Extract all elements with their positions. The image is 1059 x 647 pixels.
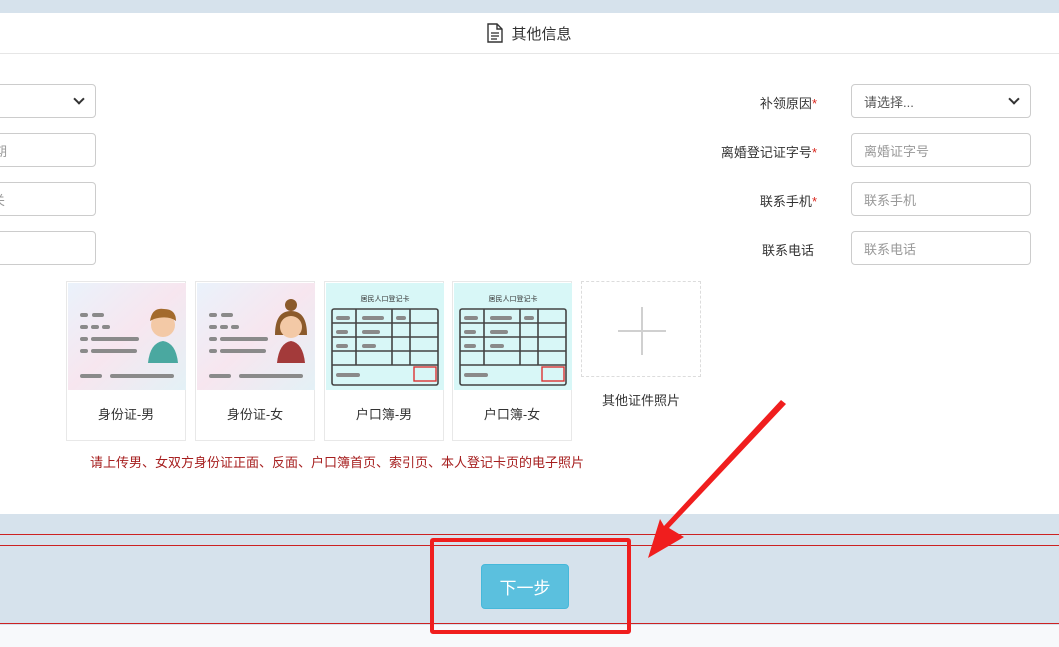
- upload-household-male[interactable]: 居民人口登记卡 户口簿-男: [324, 281, 444, 441]
- phone-label: 联系电话: [761, 243, 814, 258]
- reissue-reason-value: 请选择...: [864, 94, 914, 110]
- household-register-female-image: 居民人口登记卡: [454, 283, 572, 390]
- left-office-input[interactable]: 关: [0, 182, 96, 216]
- upload-hint: 请上传男、女双方身份证正面、反面、户口簿首页、索引页、本人登记卡页的电子照片: [90, 455, 585, 470]
- phone-input[interactable]: 联系电话: [851, 231, 1031, 265]
- left-office-placeholder: 关: [0, 190, 5, 209]
- reissue-reason-select[interactable]: 请选择...: [851, 84, 1031, 118]
- chevron-down-icon: [73, 93, 85, 105]
- upload-other-documents[interactable]: [581, 281, 701, 377]
- mobile-input[interactable]: 联系手机: [851, 182, 1031, 216]
- required-mark: *: [811, 145, 817, 160]
- id-card-female-image: [197, 283, 315, 390]
- divorce-cert-placeholder: 离婚证字号: [864, 143, 930, 159]
- phone-placeholder: 联系电话: [864, 241, 917, 257]
- mobile-label: 联系手机*: [657, 191, 817, 210]
- svg-text:居民人口登记卡: 居民人口登记卡: [489, 294, 538, 303]
- chevron-down-icon: [1008, 93, 1020, 105]
- upload-caption: 身份证-女: [226, 407, 284, 422]
- upload-caption: 身份证-男: [97, 407, 155, 422]
- mobile-text: 联系手机: [759, 194, 812, 209]
- mobile-placeholder: 联系手机: [864, 192, 917, 208]
- upload-caption: 其他证件照片: [601, 393, 680, 408]
- left-blank-input[interactable]: [0, 231, 96, 265]
- reissue-reason-label: 补领原因*: [657, 93, 817, 112]
- required-mark: *: [811, 96, 817, 111]
- annotation-highlight-box: [430, 538, 631, 634]
- left-date-input[interactable]: 期: [0, 133, 96, 167]
- required-mark: *: [811, 194, 817, 209]
- reissue-reason-text: 补领原因: [759, 96, 812, 111]
- left-date-placeholder: 期: [0, 143, 7, 159]
- upload-id-card-female[interactable]: 身份证-女: [195, 281, 315, 441]
- upload-household-female[interactable]: 居民人口登记卡 户口簿-女: [452, 281, 572, 441]
- upload-caption: 户口簿-女: [483, 407, 541, 422]
- svg-text:居民人口登记卡: 居民人口登记卡: [361, 294, 410, 303]
- upload-caption: 户口簿-男: [355, 407, 413, 422]
- divorce-cert-label: 离婚登记证字号*: [657, 142, 817, 161]
- household-register-male-image: 居民人口登记卡: [326, 283, 444, 390]
- plus-icon: [618, 307, 666, 355]
- divider-line: [0, 534, 1059, 535]
- id-card-male-image: [68, 283, 186, 390]
- upload-id-card-male[interactable]: 身份证-男: [66, 281, 186, 441]
- divorce-cert-text: 离婚登记证字号: [720, 145, 812, 160]
- panel-title: 其他信息: [511, 25, 572, 43]
- left-select[interactable]: [0, 84, 96, 118]
- panel-header: 其他信息: [0, 13, 1059, 54]
- divorce-cert-input[interactable]: 离婚证字号: [851, 133, 1031, 167]
- document-icon: [487, 23, 504, 43]
